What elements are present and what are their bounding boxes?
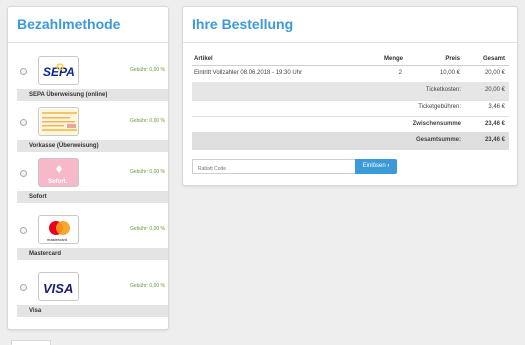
radio-visa[interactable]	[20, 284, 27, 291]
payment-option-mastercard[interactable]: mastercard Gebühr: 0,00 % Mastercard	[17, 215, 168, 260]
sofort-logo-icon: Sofort.	[38, 158, 79, 187]
item-article: Eintritt Vollzahler 08.06.2018 - 19:30 U…	[194, 70, 303, 76]
radio-sepa[interactable]	[20, 68, 27, 75]
order-title: Ihre Bestellung	[192, 16, 294, 32]
payment-option-visa[interactable]: VISA Gebühr: 0,00 % Visa	[17, 272, 168, 317]
chevron-right-icon: ›	[387, 163, 390, 169]
ticket-fees-value: 3,46 €	[488, 104, 505, 110]
subtotal-value: 23,46 €	[484, 121, 505, 127]
column-header-article: Artikel	[194, 56, 213, 62]
payment-option-vorkasse[interactable]: Gebühr: 0,00 % Vorkasse (Überweisung)	[17, 107, 168, 152]
payment-method-title: Bezahlmethode	[17, 16, 121, 32]
column-header-price: Preis	[445, 56, 460, 62]
column-header-quantity: Menge	[383, 56, 403, 62]
fee-label: Gebühr: 0,00 %	[129, 226, 165, 232]
svg-text:mastercard: mastercard	[47, 237, 67, 242]
sepa-logo-icon: SEPA	[38, 56, 79, 85]
fee-label: Gebühr: 0,00 %	[129, 67, 165, 73]
payment-option-sepa[interactable]: SEPA Gebühr: 0,00 % SEPA Überweisung (on…	[17, 56, 168, 101]
payment-option-label: SEPA Überweisung (online)	[17, 89, 168, 101]
header-divider	[192, 65, 509, 66]
ticket-costs-row	[192, 82, 509, 100]
svg-text:VISA: VISA	[43, 281, 73, 296]
grand-total-value: 23,46 €	[484, 137, 505, 143]
visa-logo-icon: VISA	[38, 272, 79, 301]
payment-option-label: Mastercard	[17, 248, 168, 260]
ticket-costs-label: Ticketkosten:	[425, 87, 461, 93]
payment-method-panel: Bezahlmethode SEPA Gebühr: 0,00 % SEPA Ü…	[7, 6, 169, 330]
redeem-button-label: Einlösen	[362, 163, 386, 169]
fee-label: Gebühr: 0,00 %	[129, 118, 165, 124]
radio-sofort[interactable]	[20, 170, 27, 177]
mastercard-logo-icon: mastercard	[38, 215, 79, 244]
payment-option-label: Visa	[17, 305, 168, 317]
item-price: 10,00 €	[439, 70, 460, 76]
subtotal-label: Zwischensumme	[412, 121, 461, 127]
grand-total-label: Gesamtsumme:	[415, 137, 461, 143]
coupon-code-input[interactable]	[192, 159, 356, 174]
svg-text:SEPA: SEPA	[43, 65, 75, 79]
column-header-total: Gesamt	[482, 56, 505, 62]
item-total: 20,00 €	[484, 70, 505, 76]
ticket-fees-label: Ticketgebühren:	[418, 104, 461, 110]
item-quantity: 2	[398, 70, 402, 76]
bottom-tab	[11, 340, 51, 345]
payment-option-sofort[interactable]: Sofort. Gebühr: 0,00 % Sofort	[17, 158, 168, 203]
payment-option-label: Vorkasse (Überweisung)	[17, 140, 168, 152]
row-divider	[192, 116, 509, 117]
fee-label: Gebühr: 0,00 %	[129, 283, 165, 289]
row-divider	[192, 100, 509, 101]
order-panel: Ihre Bestellung Artikel Menge Preis Gesa…	[182, 6, 518, 186]
ticket-costs-value: 20,00 €	[484, 87, 505, 93]
title-divider	[183, 42, 517, 43]
redeem-coupon-button[interactable]: Einlösen ›	[355, 159, 397, 174]
svg-text:Sofort.: Sofort.	[48, 179, 68, 185]
bank-transfer-form-icon	[38, 107, 79, 136]
radio-mastercard[interactable]	[20, 227, 27, 234]
radio-vorkasse[interactable]	[20, 119, 27, 126]
fee-label: Gebühr: 0,00 %	[129, 169, 165, 175]
title-divider	[8, 42, 168, 43]
payment-option-label: Sofort	[17, 191, 168, 203]
grand-total-row	[192, 132, 509, 150]
